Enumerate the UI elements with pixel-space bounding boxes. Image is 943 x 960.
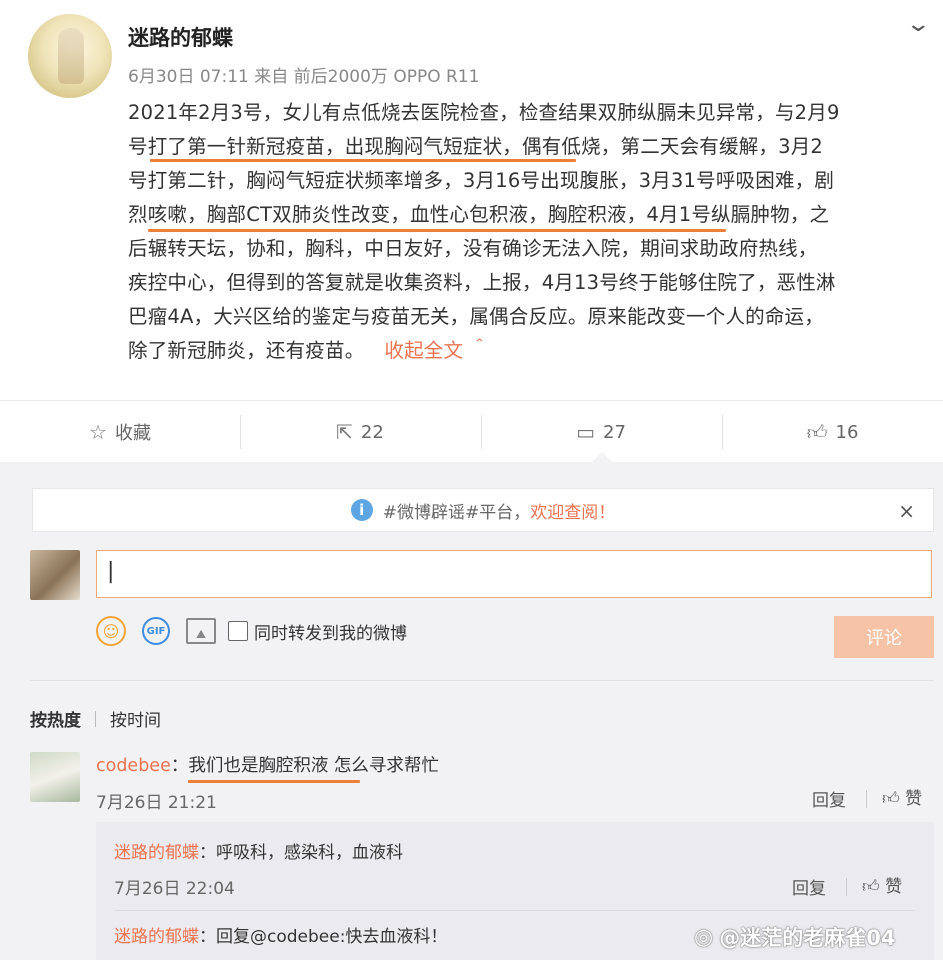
rumor-notice-banner: i #微博辟谣#平台， 欢迎查阅！ × bbox=[32, 488, 934, 532]
comment-time: 7月26日 21:21 bbox=[96, 793, 217, 813]
weibo-post: 迷路的郁蝶 ⌄ 6月30日 07:11 来自 前后2000万 OPPO R11 … bbox=[0, 0, 943, 400]
highlight-underline bbox=[148, 229, 726, 232]
post-line: 2021年2月3号，女儿有点低烧去医院检查，检查结果双肺纵膈未见异常，与2月9 bbox=[128, 101, 840, 124]
divider bbox=[114, 910, 914, 911]
share-icon: ⇱ bbox=[336, 420, 353, 444]
post-line: 烈咳嗽，胸部CT双肺炎性改变，血性心包积液，胸腔积液，4月1号纵膈肿物，之 bbox=[128, 203, 830, 226]
favorite-button[interactable]: ☆ 收藏 bbox=[0, 401, 240, 463]
comment-panel: i #微博辟谣#平台， 欢迎查阅！ × | ☺ GIF ⛰ 同时转发到我的微博 评… bbox=[0, 462, 943, 960]
star-icon: ☆ bbox=[89, 420, 107, 444]
highlight-underline bbox=[150, 159, 576, 162]
reply-text: 迷路的郁蝶：回复@codebee:快去血液科！ bbox=[114, 927, 448, 947]
commenter-name[interactable]: codebee bbox=[96, 756, 171, 776]
reply-time: 7月26日 22:04 bbox=[114, 879, 235, 899]
notice-welcome: 欢迎查阅！ bbox=[530, 502, 616, 523]
thumbs-up-icon: 👍︎ bbox=[806, 419, 828, 444]
comment-input[interactable]: | bbox=[96, 550, 932, 598]
reply-text: 迷路的郁蝶：呼吸科，感染科，血液科 bbox=[114, 843, 403, 863]
notice-link[interactable]: #微博辟谣#平台， bbox=[383, 498, 531, 523]
comment-icon: ▭ bbox=[576, 420, 595, 444]
composer-toolbar: ☺ GIF ⛰ 同时转发到我的微博 bbox=[96, 616, 407, 646]
post-action-bar: ☆ 收藏 ⇱ 22 ▭ 27 👍︎ 16 bbox=[0, 400, 943, 462]
thumbs-up-icon: 👍︎ bbox=[862, 877, 880, 897]
panel-pointer bbox=[592, 452, 612, 462]
sync-repost-checkbox[interactable] bbox=[228, 621, 248, 641]
post-body: 2021年2月3号，女儿有点低烧去医院检查，检查结果双肺纵膈未见异常，与2月9 … bbox=[128, 96, 928, 368]
gif-icon[interactable]: GIF bbox=[142, 617, 170, 645]
like-button[interactable]: 👍︎ 16 bbox=[722, 401, 943, 463]
weibo-watermark: ◎ @迷茫的老麻雀04 bbox=[694, 924, 896, 951]
collapse-full-text-link[interactable]: 收起全文 ＾ bbox=[384, 339, 489, 362]
close-icon[interactable]: × bbox=[898, 499, 915, 523]
submit-comment-button[interactable]: 评论 bbox=[834, 616, 934, 658]
post-line: 巴瘤4A，大兴区给的鉴定与疫苗无关，属偶合反应。原来能改变一个人的命运， bbox=[128, 305, 824, 328]
current-user-avatar bbox=[30, 550, 80, 600]
commenter-avatar[interactable] bbox=[30, 752, 80, 802]
post-meta: 6月30日 07:11 来自 前后2000万 OPPO R11 bbox=[128, 67, 480, 87]
sort-by-time[interactable]: 按时间 bbox=[110, 706, 161, 731]
author-name[interactable]: 迷路的郁蝶 bbox=[128, 22, 233, 52]
author-avatar[interactable] bbox=[28, 14, 112, 98]
thumbs-up-icon: 👍︎ bbox=[882, 789, 900, 809]
post-line: 号打第二针，胸闷气短症状频率增多，3月16号出现腹胀，3月31号呼吸困难，剧 bbox=[128, 169, 835, 192]
highlight-underline bbox=[188, 780, 360, 783]
reply-button[interactable]: 回复 bbox=[792, 874, 826, 899]
sort-by-hot[interactable]: 按热度 bbox=[30, 706, 81, 731]
post-line: 除了新冠肺炎，还有疫苗。 收起全文 ＾ bbox=[128, 339, 490, 362]
replier-name[interactable]: 迷路的郁蝶 bbox=[114, 843, 199, 863]
reply-like-button[interactable]: 👍︎ 赞 bbox=[862, 872, 902, 897]
replier-name[interactable]: 迷路的郁蝶 bbox=[114, 927, 199, 947]
comment-sort: 按热度 按时间 bbox=[30, 706, 161, 731]
image-icon[interactable]: ⛰ bbox=[186, 618, 216, 644]
emoji-icon[interactable]: ☺ bbox=[96, 616, 126, 646]
post-line: 后辗转天坛，协和，胸科，中日友好，没有确诊无法入院，期间求助政府热线， bbox=[128, 237, 818, 260]
chevron-down-icon[interactable]: ⌄ bbox=[905, 12, 931, 37]
repost-button[interactable]: ⇱ 22 bbox=[240, 401, 480, 463]
divider bbox=[30, 680, 934, 681]
weibo-logo-icon: ◎ bbox=[694, 924, 714, 950]
info-icon: i bbox=[350, 499, 373, 521]
reply-button[interactable]: 回复 bbox=[812, 786, 846, 811]
comment-text: codebee：我们也是胸腔积液 怎么寻求帮忙 bbox=[96, 756, 439, 776]
comment-like-button[interactable]: 👍︎ 赞 bbox=[882, 784, 922, 809]
post-line: 疾控中心，但得到的答复就是收集资料，上报，4月13号终于能够住院了，恶性淋 bbox=[128, 271, 836, 294]
sync-repost-label[interactable]: 同时转发到我的微博 bbox=[254, 619, 407, 644]
